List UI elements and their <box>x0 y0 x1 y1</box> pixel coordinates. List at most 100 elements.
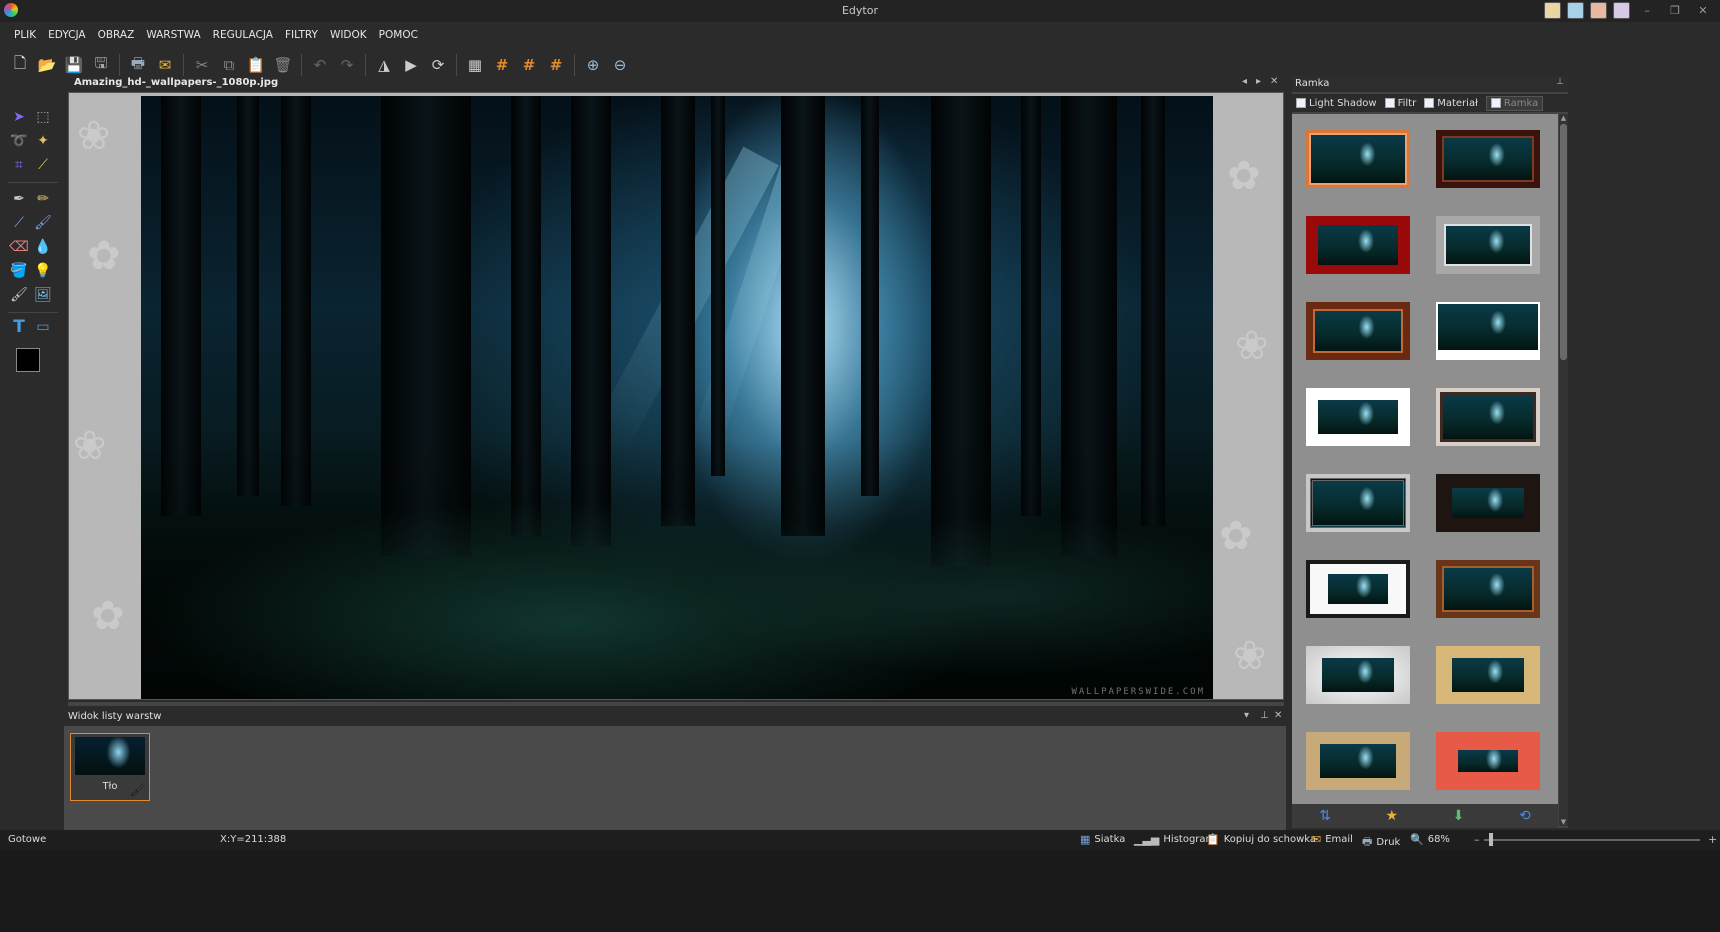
eraser-icon[interactable]: ⌫ <box>8 236 30 258</box>
histogram-button[interactable]: ▁▃▅ Histogram <box>1134 833 1215 846</box>
email-button[interactable]: ✉ Email <box>1312 833 1353 846</box>
email-icon[interactable]: ✉ <box>153 53 177 77</box>
paste-icon[interactable]: 📋 <box>244 53 268 77</box>
flip-vertical-icon[interactable]: ▶ <box>399 53 423 77</box>
fill-bucket-icon[interactable]: 🪣 <box>8 260 30 282</box>
skin-4-icon[interactable] <box>1613 2 1630 19</box>
tab-material[interactable]: Materiał <box>1424 98 1478 109</box>
tab-light-shadow[interactable]: Light Shadow <box>1296 98 1377 109</box>
panel-pin-icon[interactable]: ⊥ <box>1260 710 1269 721</box>
skin-2-icon[interactable] <box>1567 2 1584 19</box>
zoom-slider-knob[interactable] <box>1489 833 1493 846</box>
skin-1-icon[interactable] <box>1544 2 1561 19</box>
grid-toggle-button[interactable]: ▦ Siatka <box>1080 833 1125 846</box>
scrollbar-thumb[interactable] <box>1560 124 1567 360</box>
copy-icon[interactable]: ⧉ <box>217 53 241 77</box>
canvas-scrollbar[interactable] <box>68 702 1284 706</box>
rect-select-icon[interactable]: ⬚ <box>32 106 54 128</box>
frame-thumbnail[interactable] <box>1306 474 1410 532</box>
new-file-icon[interactable]: 🗋 <box>8 53 32 77</box>
zoom-out-icon[interactable]: ⊖ <box>608 53 632 77</box>
pencil-icon[interactable]: ✏ <box>32 188 54 210</box>
menu-filtry[interactable]: FILTRY <box>279 24 324 46</box>
favorite-star-icon[interactable]: ★ <box>1386 808 1399 824</box>
menu-regulacja[interactable]: REGULACJA <box>207 24 279 46</box>
cut-icon[interactable]: ✂ <box>190 53 214 77</box>
frame-thumbnail[interactable] <box>1436 388 1540 446</box>
grid-orange-3-icon[interactable]: # <box>544 53 568 77</box>
menu-pomoc[interactable]: POMOC <box>373 24 424 46</box>
download-icon[interactable]: ⬇ <box>1453 808 1465 824</box>
straighten-icon[interactable]: ⟋ <box>32 154 54 176</box>
save-icon[interactable]: 💾 <box>62 53 86 77</box>
frame-thumbnail[interactable] <box>1436 646 1540 704</box>
foreground-color-swatch[interactable] <box>16 348 40 372</box>
refresh-icon[interactable]: ⟲ <box>1519 808 1531 824</box>
frame-thumbnail[interactable] <box>1306 732 1410 790</box>
tab-ramka[interactable]: Ramka <box>1485 95 1544 111</box>
text-tool-icon[interactable]: T <box>8 316 30 338</box>
frame-thumbnail[interactable] <box>1306 388 1410 446</box>
grid-icon[interactable]: ▦ <box>463 53 487 77</box>
zoom-in-icon[interactable]: ⊕ <box>581 53 605 77</box>
color-picker-icon[interactable]: 💡 <box>32 260 54 282</box>
frames-scrollbar[interactable]: ▲ ▼ <box>1559 114 1568 826</box>
panel-dropdown-icon[interactable]: ▾ <box>1244 710 1249 721</box>
tab-filtr[interactable]: Filtr <box>1384 98 1416 109</box>
canvas-area[interactable]: ❀ ✿ ❀ ✿ ✿ ❀ ✿ ❀ WALLPAPERSWIDE.COM <box>68 92 1284 700</box>
frame-thumbnail[interactable] <box>1436 474 1540 532</box>
skin-3-icon[interactable] <box>1590 2 1607 19</box>
menu-obraz[interactable]: OBRAZ <box>92 24 141 46</box>
lasso-icon[interactable]: ➰ <box>8 130 30 152</box>
delete-icon[interactable]: 🗑 <box>271 53 295 77</box>
minimize-icon[interactable]: – <box>1636 2 1658 19</box>
frame-thumbnail[interactable] <box>1306 646 1410 704</box>
grid-orange-2-icon[interactable]: # <box>517 53 541 77</box>
scroll-down-icon[interactable]: ▼ <box>1559 818 1568 826</box>
frame-thumbnail[interactable] <box>1436 560 1540 618</box>
frame-thumbnail[interactable] <box>1436 732 1540 790</box>
move-tool-icon[interactable]: ➤ <box>8 106 30 128</box>
tab-prev-icon[interactable]: ◂ <box>1242 76 1247 87</box>
copy-to-clipboard-button[interactable]: 📋 Kopiuj do schowka <box>1206 833 1316 846</box>
frame-thumbnail[interactable] <box>1306 216 1410 274</box>
clone-brush-icon[interactable]: 🖌 <box>8 284 30 306</box>
undo-icon[interactable]: ↶ <box>308 53 332 77</box>
menu-warstwa[interactable]: WARSTWA <box>140 24 206 46</box>
restore-icon[interactable]: ❐ <box>1664 2 1686 19</box>
menu-widok[interactable]: WIDOK <box>324 24 373 46</box>
panel-pin-icon[interactable]: ⊥ <box>1556 77 1564 87</box>
tab-next-icon[interactable]: ▸ <box>1256 76 1261 87</box>
panel-close-icon[interactable]: ✕ <box>1274 710 1282 721</box>
blur-drop-icon[interactable]: 💧 <box>32 236 54 258</box>
image-adjust-icon[interactable]: 🖼 <box>32 284 54 306</box>
flip-horizontal-icon[interactable]: ◮ <box>372 53 396 77</box>
frame-thumbnail[interactable] <box>1306 560 1410 618</box>
print-icon[interactable]: 🖶 <box>126 53 150 77</box>
frame-thumbnail[interactable] <box>1306 302 1410 360</box>
frame-thumbnail[interactable] <box>1306 130 1410 188</box>
brush-icon[interactable]: 🖌 <box>32 212 54 234</box>
document-tab[interactable]: Amazing_hd-_wallpapers-_1080p.jpg <box>68 76 285 92</box>
line-icon[interactable]: ⟋ <box>8 212 30 234</box>
frame-thumbnail[interactable] <box>1436 216 1540 274</box>
zoom-in-small-icon[interactable]: + <box>1708 833 1717 846</box>
scroll-up-icon[interactable]: ▲ <box>1559 114 1568 122</box>
redo-icon[interactable]: ↷ <box>335 53 359 77</box>
frame-thumbnail[interactable] <box>1436 302 1540 360</box>
magic-wand-icon[interactable]: ✦ <box>32 130 54 152</box>
close-window-icon[interactable]: ✕ <box>1692 2 1714 19</box>
menu-edycja[interactable]: EDYCJA <box>42 24 91 46</box>
rotate-icon[interactable]: ⟳ <box>426 53 450 77</box>
zoom-slider-track[interactable] <box>1484 839 1700 841</box>
crop-icon[interactable]: ⌗ <box>8 154 30 176</box>
sort-icon[interactable]: ⇅ <box>1319 808 1331 824</box>
frame-thumbnail[interactable] <box>1436 130 1540 188</box>
pen-icon[interactable]: ✒ <box>8 188 30 210</box>
layer-item[interactable]: Tło 🖌 <box>70 733 150 801</box>
menu-plik[interactable]: PLIK <box>8 24 42 46</box>
shape-rect-icon[interactable]: ▭ <box>32 316 54 338</box>
grid-orange-1-icon[interactable]: # <box>490 53 514 77</box>
open-folder-icon[interactable]: 📂 <box>35 53 59 77</box>
zoom-out-small-icon[interactable]: – <box>1474 833 1480 846</box>
